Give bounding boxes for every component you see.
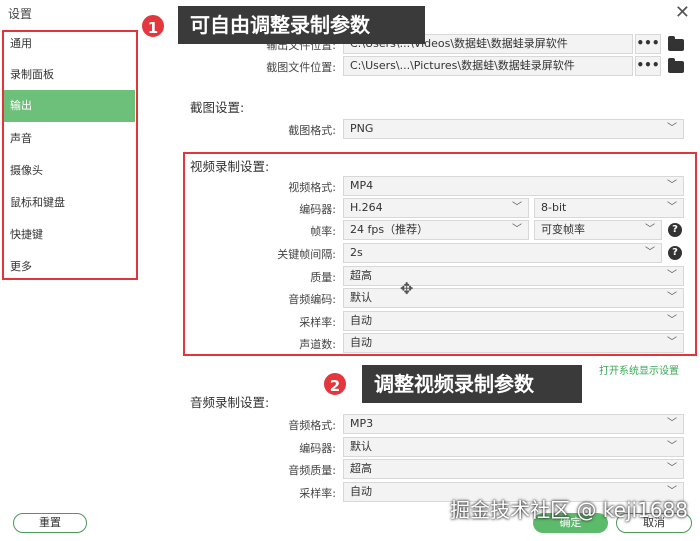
video-samplerate-label: 采样率: [299,316,336,329]
video-encoder-select[interactable]: H.264 ﹀ [343,198,529,218]
chevron-down-icon: ﹀ [645,247,655,258]
audio-codec-label: 音频编码: [288,293,336,306]
video-folder-icon[interactable] [668,36,684,51]
quality-label: 质量: [310,271,336,284]
video-format-value: MP4 [350,179,374,192]
keyframe-row: 关键帧间隔: [210,243,336,263]
audio-settings-heading: 音频录制设置: [190,395,270,410]
audio-quality-row: 音频质量: [210,459,336,479]
quality-value: 超高 [350,269,372,282]
chevron-down-icon: ﹀ [512,202,522,213]
audio-quality-label: 音频质量: [288,464,336,477]
video-format-select[interactable]: MP4 ﹀ [343,176,684,196]
chevron-down-icon: ﹀ [667,202,677,213]
screenshot-format-value: PNG [350,122,374,135]
chevron-down-icon: ﹀ [667,123,677,134]
callout-two: 调整视频录制参数 [362,365,582,403]
screenshot-folder-icon[interactable] [668,58,684,73]
channels-value: 自动 [350,336,372,349]
chevron-down-icon: ﹀ [667,463,677,474]
video-encoder-value: H.264 [350,201,383,214]
keyframe-select[interactable]: 2s ﹀ [343,243,662,263]
chevron-down-icon: ﹀ [667,441,677,452]
watermark-text: 掘金技术社区 @ keji1688 [450,498,688,522]
video-settings-heading: 视频录制设置: [190,159,270,174]
audio-samplerate-row: 采样率: [210,482,336,502]
chevron-down-icon: ﹀ [667,270,677,281]
reset-button[interactable]: 重置 [13,513,87,533]
audio-quality-value: 超高 [350,462,372,475]
audio-encoder-row: 编码器: [210,437,336,457]
audio-codec-row: 音频编码: [210,288,336,308]
callout-one: 可自由调整录制参数 [178,6,425,44]
audio-format-label: 音频格式: [288,419,336,432]
window-title: 设置 [8,7,33,21]
video-samplerate-row: 采样率: [210,311,336,331]
help-icon[interactable]: ? [668,246,682,260]
frame-rate-select[interactable]: 24 fps（推荐） ﹀ [343,220,529,240]
audio-format-row: 音频格式: [210,414,336,434]
chevron-down-icon: ﹀ [512,224,522,235]
chevron-down-icon: ﹀ [667,315,677,326]
audio-encoder-select[interactable]: 默认 ﹀ [343,437,684,457]
audio-samplerate-value: 自动 [350,485,372,498]
bit-depth-value: 8-bit [541,201,567,214]
frame-rate-mode-select[interactable]: 可变帧率 ﹀ [534,220,662,240]
callout-one-badge: 1 [140,13,166,39]
screenshot-path-row: 截图文件位置: [210,56,336,76]
audio-encoder-label: 编码器: [299,442,336,455]
callout-two-badge: 2 [322,371,348,397]
screenshot-path-browse-button[interactable]: ••• [635,56,661,76]
screenshot-settings-heading: 截图设置: [190,100,245,115]
bit-depth-select[interactable]: 8-bit ﹀ [534,198,684,218]
video-format-label: 视频格式: [288,181,336,194]
screenshot-format-row: 截图格式: [210,119,336,139]
channels-label: 声道数: [299,338,336,351]
frame-rate-label: 帧率: [310,225,336,238]
channels-row: 声道数: [210,333,336,353]
video-format-row: 视频格式: [210,176,336,196]
sidebar-highlight-box [2,30,138,280]
audio-codec-select[interactable]: 默认 ﹀ [343,288,684,308]
quality-select[interactable]: 超高 ﹀ [343,266,684,286]
chevron-down-icon: ﹀ [667,180,677,191]
screenshot-format-label: 截图格式: [288,124,336,137]
display-settings-link[interactable]: 打开系统显示设置 [599,362,679,377]
chevron-down-icon: ﹀ [667,292,677,303]
chevron-down-icon: ﹀ [645,224,655,235]
video-samplerate-select[interactable]: 自动 ﹀ [343,311,684,331]
keyframe-value: 2s [350,246,363,259]
chevron-down-icon: ﹀ [667,418,677,429]
video-encoder-label: 编码器: [299,203,336,216]
frame-rate-mode-value: 可变帧率 [541,223,585,236]
screenshot-path-field[interactable]: C:\Users\...\Pictures\数据蛙\数据蛙录屏软件 [343,56,633,76]
quality-row: 质量: [210,266,336,286]
channels-select[interactable]: 自动 ﹀ [343,333,684,353]
frame-rate-row: 帧率: [210,220,336,240]
audio-codec-value: 默认 [350,291,372,304]
help-icon[interactable]: ? [668,223,682,237]
audio-encoder-value: 默认 [350,440,372,453]
move-cursor-icon: ✥ [400,279,414,298]
video-encoder-row: 编码器: [210,198,336,218]
screenshot-format-select[interactable]: PNG ﹀ [343,119,684,139]
video-samplerate-value: 自动 [350,314,372,327]
audio-samplerate-label: 采样率: [299,487,336,500]
audio-quality-select[interactable]: 超高 ﹀ [343,459,684,479]
screenshot-path-label: 截图文件位置: [266,61,336,74]
keyframe-label: 关键帧间隔: [277,248,336,261]
close-icon[interactable]: ✕ [675,2,690,23]
video-path-browse-button[interactable]: ••• [635,34,661,54]
audio-format-value: MP3 [350,417,374,430]
frame-rate-value: 24 fps（推荐） [350,223,429,236]
audio-format-select[interactable]: MP3 ﹀ [343,414,684,434]
chevron-down-icon: ﹀ [667,337,677,348]
